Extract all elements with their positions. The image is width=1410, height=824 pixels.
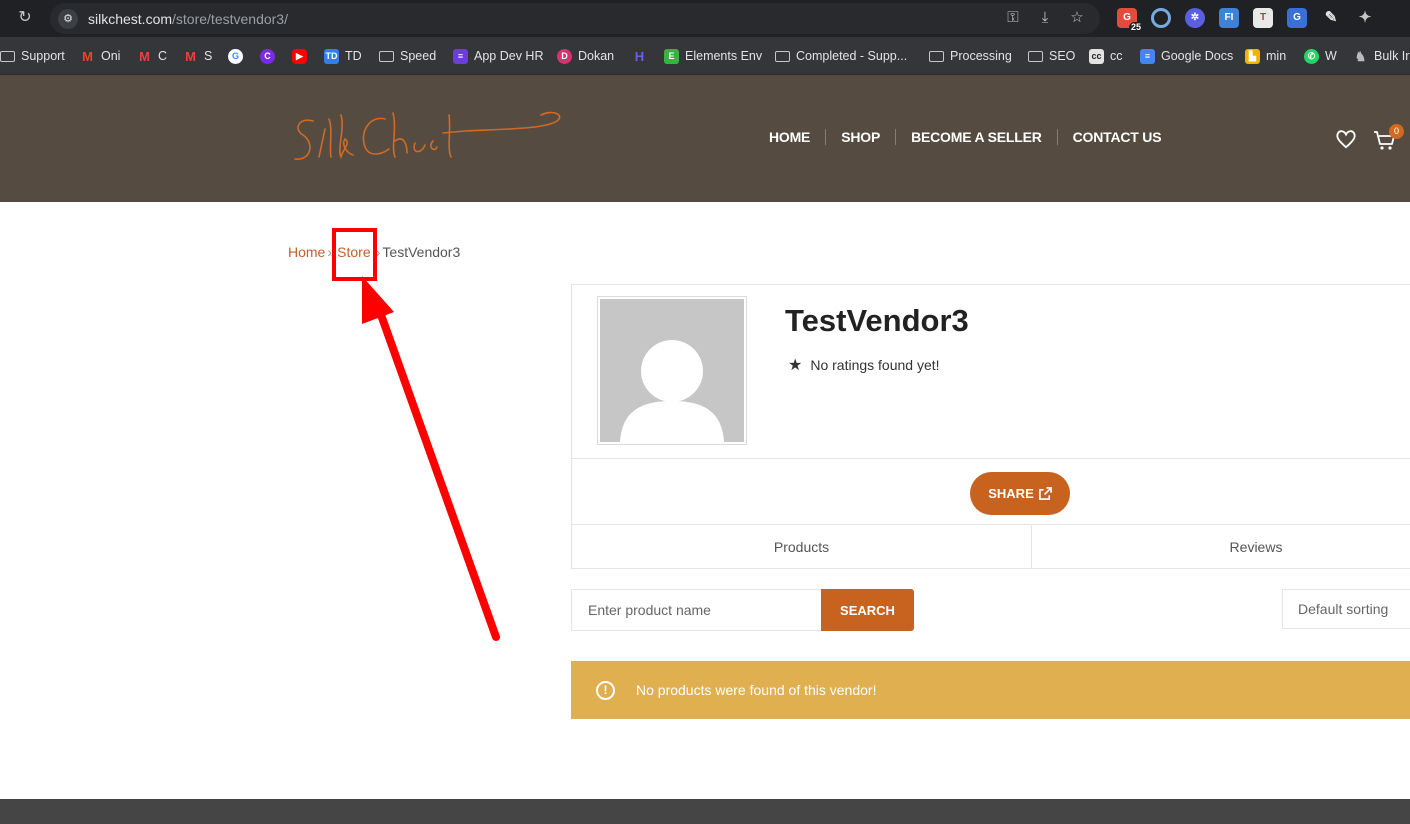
url-text[interactable]: silkchest.com/store/testvendor3/ xyxy=(88,11,288,27)
product-search-input[interactable]: Enter product name xyxy=(571,589,822,631)
store-name: TestVendor3 xyxy=(785,303,969,338)
reload-icon[interactable]: ↻ xyxy=(16,9,34,27)
tab-products[interactable]: Products xyxy=(572,525,1032,569)
site-header: HOME SHOP BECOME A SELLER CONTACT US 0 xyxy=(0,75,1410,202)
extension-fi-icon[interactable]: FI xyxy=(1219,8,1239,28)
store-rating: ★ No ratings found yet! xyxy=(788,355,940,375)
cart-count-badge: 0 xyxy=(1389,124,1404,139)
extension-t-icon[interactable]: T xyxy=(1253,8,1273,28)
bookmark-youtube[interactable]: ▶ xyxy=(292,47,307,65)
info-circle-icon: ! xyxy=(596,680,615,700)
docs-icon: ≡ xyxy=(1140,48,1155,64)
share-label: SHARE xyxy=(988,486,1034,501)
extension-red-icon[interactable]: G 25 xyxy=(1117,8,1143,33)
gmail-icon: M xyxy=(139,48,150,64)
dokan-icon: D xyxy=(557,48,572,64)
bookmark-processing[interactable]: Processing xyxy=(929,47,1012,65)
min-icon: ▙ xyxy=(1245,48,1260,64)
site-footer xyxy=(0,799,1410,824)
elephant-icon: ♞ xyxy=(1354,48,1367,64)
eyedropper-icon[interactable]: ✎ xyxy=(1321,8,1341,28)
gmail-icon: M xyxy=(185,48,196,64)
bookmark-s[interactable]: MS xyxy=(183,47,212,65)
bookmark-elements-env[interactable]: E Elements Env xyxy=(664,47,762,65)
tab-reviews[interactable]: Reviews xyxy=(1032,525,1410,569)
bookmark-min[interactable]: ▙ min xyxy=(1245,47,1286,65)
notice-text: No products were found of this vendor! xyxy=(636,682,877,698)
no-products-notice: ! No products were found of this vendor! xyxy=(571,661,1410,719)
bookmark-star-icon[interactable]: ☆ xyxy=(1068,9,1086,27)
bookmark-support[interactable]: Support xyxy=(0,47,65,65)
bookmark-bulk[interactable]: ♞ Bulk Ir xyxy=(1353,47,1410,65)
search-button[interactable]: SEARCH xyxy=(821,589,914,631)
bookmark-td[interactable]: TD TD xyxy=(324,47,362,65)
bookmark-w[interactable]: ✆ W xyxy=(1304,47,1337,65)
nav-shop[interactable]: SHOP xyxy=(826,129,895,145)
site-info-icon[interactable]: ⚙ xyxy=(58,9,78,29)
store-header-card: TestVendor3 ★ No ratings found yet! SHAR… xyxy=(571,284,1410,569)
store-avatar xyxy=(597,296,747,445)
puzzle-icon[interactable]: ✦ xyxy=(1355,8,1375,28)
external-link-icon xyxy=(1038,487,1052,500)
browser-toolbar: ↻ ⚙ silkchest.com/store/testvendor3/ ⚿ ⤓… xyxy=(0,0,1410,37)
bookmark-canva[interactable]: C xyxy=(260,47,275,65)
breadcrumb-current: TestVendor3 xyxy=(382,244,461,260)
td-icon: TD xyxy=(324,48,339,64)
star-icon: ★ xyxy=(788,357,803,374)
bookmark-h[interactable]: H xyxy=(632,47,647,65)
nav-become-a-seller[interactable]: BECOME A SELLER xyxy=(896,129,1057,145)
folder-icon xyxy=(775,50,790,62)
canva-icon: C xyxy=(260,48,275,64)
share-button[interactable]: SHARE xyxy=(970,472,1070,515)
google-icon: G xyxy=(228,48,243,64)
bookmark-completed-support[interactable]: Completed - Supp... xyxy=(775,47,907,65)
bookmark-app-dev-hr[interactable]: ≡ App Dev HR xyxy=(453,47,543,65)
gmail-icon: M xyxy=(82,48,93,64)
extension-gear-icon[interactable]: ✲ xyxy=(1185,8,1205,28)
bookmark-oni[interactable]: M Oni xyxy=(80,47,120,65)
folder-icon xyxy=(379,50,394,62)
bookmark-google-docs[interactable]: ≡ Google Docs xyxy=(1140,47,1233,65)
youtube-icon: ▶ xyxy=(292,48,307,64)
bookmark-c[interactable]: MC xyxy=(137,47,167,65)
address-bar[interactable]: ⚙ silkchest.com/store/testvendor3/ ⚿ ⤓ ☆ xyxy=(50,3,1100,34)
silkchest-logo[interactable] xyxy=(285,99,565,179)
rating-text: No ratings found yet! xyxy=(810,357,940,373)
breadcrumb: Home» Store» TestVendor3 xyxy=(288,244,460,260)
breadcrumb-store-link[interactable]: Store xyxy=(337,244,370,260)
install-app-icon[interactable]: ⤓ xyxy=(1036,9,1054,27)
bookmark-google[interactable]: G xyxy=(228,47,243,65)
nav-contact-us[interactable]: CONTACT US xyxy=(1058,129,1177,145)
sort-select[interactable]: Default sorting xyxy=(1282,589,1410,629)
cc-icon: cc xyxy=(1089,48,1104,64)
whatsapp-icon: ✆ xyxy=(1304,48,1319,64)
breadcrumb-separator: » xyxy=(327,244,336,260)
arrow-head xyxy=(362,276,394,324)
h-icon: H xyxy=(634,48,645,64)
elements-icon: E xyxy=(664,48,679,64)
bookmarks-bar: Support M Oni MC MS G C ▶ TD TD Speed ≡ App… xyxy=(0,37,1410,75)
folder-icon xyxy=(1028,50,1043,62)
main-nav: HOME SHOP BECOME A SELLER CONTACT US xyxy=(754,129,1176,145)
google-translate-icon[interactable]: G xyxy=(1287,8,1307,28)
bookmark-dokan[interactable]: D Dokan xyxy=(557,47,614,65)
extension-ring-icon[interactable] xyxy=(1151,8,1171,28)
folder-icon xyxy=(0,50,15,62)
wishlist-heart-icon[interactable] xyxy=(1335,129,1357,149)
breadcrumb-separator: » xyxy=(372,244,381,260)
arrow-shaft xyxy=(376,308,500,641)
divider xyxy=(572,458,1410,459)
list-icon: ≡ xyxy=(453,48,468,64)
folder-icon xyxy=(929,50,944,62)
bookmark-cc[interactable]: cc cc xyxy=(1089,47,1123,65)
password-key-icon[interactable]: ⚿ xyxy=(1004,9,1022,27)
bookmark-speed[interactable]: Speed xyxy=(379,47,436,65)
bookmark-seo[interactable]: SEO xyxy=(1028,47,1075,65)
default-avatar-icon xyxy=(620,340,724,442)
nav-home[interactable]: HOME xyxy=(754,129,825,145)
breadcrumb-home-link[interactable]: Home xyxy=(288,244,325,260)
